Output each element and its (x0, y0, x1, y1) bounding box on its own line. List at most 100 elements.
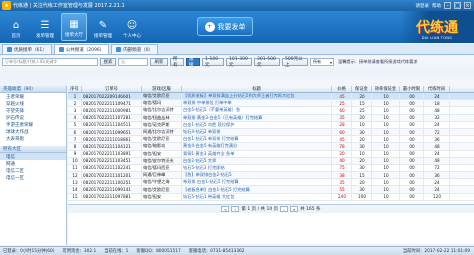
sidebar-item-dianxin-1[interactable]: 电信一区 (0, 174, 66, 181)
sidebar-item-cf[interactable]: 穿越火线 (0, 100, 66, 107)
table-cell: 14 (68, 186, 82, 193)
toolbar-send-manage-button[interactable]: ☰ 发单管理 (32, 13, 58, 41)
region-bar (68, 79, 474, 86)
table-cell: 32 (424, 114, 450, 121)
toolbar-user-button[interactable]: ☺ 个人中心 (119, 13, 145, 41)
table-cell: 10 (372, 179, 400, 186)
sidebar-item-mobile-wzry[interactable]: 手游王者荣耀 (0, 121, 66, 128)
close-icon[interactable]: × (464, 2, 471, 9)
keyword-search-input[interactable]: 订单号/标题/代练人ID/关键字 (2, 58, 98, 66)
toolbar-home-label: 首页 (11, 34, 21, 39)
table-cell: 082017022211099141 (82, 186, 142, 193)
column-header[interactable]: 保证金 (352, 86, 372, 92)
toolbar-home-button[interactable]: ⌂ 首页 (3, 13, 29, 41)
toolbar-send-manage-label: 发单管理 (36, 34, 54, 39)
table-cell: 单双排 黄金3-白金5（已有英雄）打完结算 (182, 114, 332, 121)
table-cell: 00 (400, 179, 424, 186)
table-cell: 30 (352, 143, 372, 150)
table-cell: 电信/祖安 (142, 150, 182, 157)
column-header[interactable]: 游戏/区服 (142, 86, 182, 92)
table-cell: 10 (372, 172, 400, 179)
price-filter-500-plus[interactable]: 500元以上 (282, 57, 308, 68)
table-cell: 10 (372, 93, 400, 100)
table-row[interactable]: 1 082017022209146601 电信/艾欧尼亚 【优质老板】单双排满血上分钻… (68, 93, 474, 101)
table-row[interactable]: 8 082017022211104121 电信/暗影岛 黄金4-白金5 有英雄打完满分… (68, 143, 474, 151)
tab-quality[interactable]: 优质接单（61） (2, 44, 52, 54)
maximize-icon[interactable]: □ (454, 2, 461, 9)
table-row[interactable]: 4 082017022211107281 电信/扭曲丛林 单双排 黄金3-白金5（已有… (68, 114, 474, 122)
table-cell: 15 (68, 193, 82, 200)
price-filter-all[interactable]: 所有 (170, 57, 184, 68)
toolbar-hall-button[interactable]: ▦ 接单大厅 (61, 13, 87, 41)
toolbar-receive-manage-button[interactable]: ✎ 接单管理 (90, 13, 116, 41)
table-cell: 00 (400, 128, 424, 136)
table-cell: 【优质老板】单双排满血上分钻石5到大师王者打完再大红包 (182, 93, 332, 100)
sort-select[interactable]: 所有 ▾ (310, 58, 334, 66)
table-cell: 00 (400, 143, 424, 150)
sidebar-item-hs[interactable]: 炉石传说 (0, 114, 66, 121)
login-link[interactable]: 请登录 (416, 3, 430, 9)
refresh-button[interactable]: 刷新 (150, 58, 168, 66)
price-filter-grade[interactable]: 按级 (186, 57, 200, 68)
tab-public[interactable]: 公共频道（2096） (53, 44, 110, 54)
table-row[interactable]: 13 082017022211100251 电信/守望之海 单双排 白金1-钻石5 打… (68, 179, 474, 187)
prev-page-button[interactable]: ‹ (231, 206, 240, 212)
table-cell: 00 (400, 121, 424, 128)
price-filter-101-300[interactable]: 101-300元 (226, 57, 252, 68)
sidebar-item-wzry[interactable]: 王者荣耀 (0, 93, 66, 100)
table-row[interactable]: 5 082017022211104511 电信/诺克萨斯 白金1-钻石5 勿胜 段位保… (68, 121, 474, 129)
table-row[interactable]: 2 082017022211109471 电信/德玛 单双排 中单排位 打单中单 25 1… (68, 100, 474, 108)
table-row[interactable]: 6 082017022211099651 网通/比尔吉沃特 钻石4-钻石2 单双排 60… (68, 128, 474, 137)
table-row[interactable]: 11 082017022211102241 电信/德玛西亚 钻石5-钻石3 打完即结 7… (68, 164, 474, 173)
minimize-icon[interactable]: – (444, 2, 451, 9)
table-row[interactable]: 15 082017022211097881 电信/祖安 钻石5-钻石1 带英雄 大红包… (68, 193, 474, 201)
column-header[interactable]: 订单号 (82, 86, 142, 92)
price-filter-301-500[interactable]: 301-500元 (254, 57, 280, 68)
sidebar-item-wangtong[interactable]: 网通 (0, 160, 66, 167)
sidebar-item-dianxin[interactable]: 电信 (0, 153, 66, 160)
table-row[interactable]: 10 082017022211103451 电信/皮尔特沃夫 白金2-钻石5 大师 40… (68, 157, 474, 165)
table-cell: 单双排 白金1-钻石5 打完结算 (182, 179, 332, 186)
help-link[interactable]: 帮助 (432, 3, 441, 9)
brand-title: 代练通 (416, 20, 458, 36)
plus-icon: + (204, 21, 215, 32)
table-cell: 白金1-钻石5 勿胜 段位保护 (182, 121, 332, 128)
first-page-button[interactable]: « (221, 206, 230, 212)
table-row[interactable]: 3 082017022211000981 电信/比尔吉沃特 白金5-钻石5（不要带英雄… (68, 107, 474, 115)
table-cell: 2 (68, 100, 82, 107)
table-cell: 10 (372, 136, 400, 143)
table-cell: 35 (332, 114, 352, 121)
table-cell: 10 (372, 143, 400, 150)
table-cell: 电信/艾欧尼亚 (142, 93, 182, 100)
column-header[interactable]: 价格 (332, 86, 352, 92)
table-cell: 00 (400, 150, 424, 157)
publish-order-button[interactable]: + 我要发单 (197, 17, 253, 36)
table-cell: 78 (332, 143, 352, 150)
table-cell: 电信/比尔吉沃特 (142, 107, 182, 114)
sidebar-group-regions[interactable]: 所有大区 (0, 146, 66, 153)
sidebar-item-dianxin-2[interactable]: 电信二区 (0, 167, 66, 174)
column-header[interactable]: 标题 (182, 86, 332, 92)
table-cell: 10 (68, 157, 82, 164)
column-header[interactable]: 序号 (68, 86, 82, 92)
table-row[interactable]: 7 082017022211018861 电信/艾欧尼亚 白金1-钻石5 单双排 打完… (68, 136, 474, 144)
column-header[interactable]: 效率保证金 (372, 86, 400, 92)
amount-input[interactable]: 元 (118, 58, 148, 66)
search-button[interactable]: 搜索 (100, 58, 116, 66)
sidebar-item-qqdzz[interactable]: 球球大作战 (0, 128, 66, 135)
sidebar-item-dbg[interactable]: 大表哥跑 (0, 135, 66, 142)
table-cell: 082017022211102241 (82, 164, 142, 172)
table-cell: 082017022211000981 (82, 107, 142, 114)
table-row[interactable]: 14 082017022211099141 电信/艾欧尼亚 【老板急单】白金1-钻石5… (68, 186, 474, 194)
next-page-button[interactable]: › (280, 206, 289, 212)
column-header[interactable]: 代练时间 (424, 86, 450, 92)
column-header[interactable]: 最小时限 (400, 86, 424, 92)
last-page-button[interactable]: » (290, 206, 299, 212)
tab-internal[interactable]: 内部频道（0） (111, 44, 159, 54)
table-cell: 10 (352, 150, 372, 157)
sidebar-group-lol[interactable]: 英雄联盟（90） (0, 86, 66, 93)
table-row[interactable]: 12 082017022211101201 网通/巨神峰 【急】单双排白金2-钻石5 3… (68, 172, 474, 180)
sidebar-item-ow[interactable]: 守望先锋 (0, 107, 66, 114)
table-row[interactable]: 9 082017022211103891 电信/祖安 青铜1-黄金3 英雄齐全 急单 2… (68, 150, 474, 158)
price-filter-1-100[interactable]: 1-100元 (202, 57, 224, 68)
